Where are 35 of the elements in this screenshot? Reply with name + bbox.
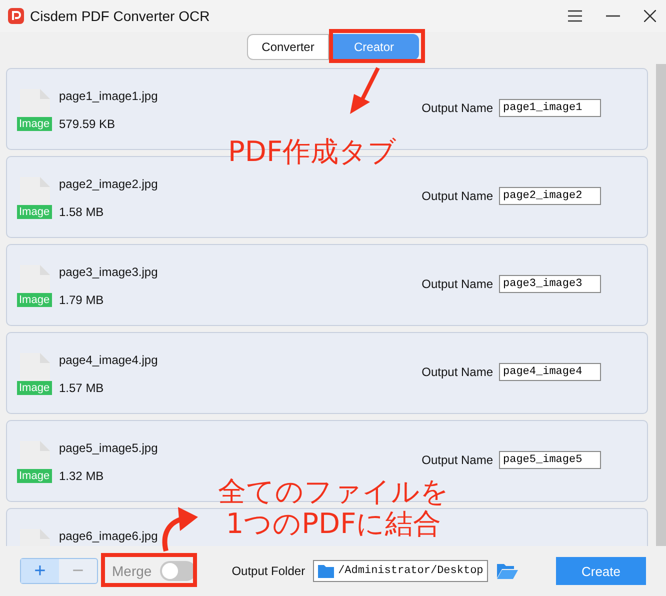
output-name-field[interactable]: page5_image5 — [499, 451, 601, 469]
output-name-field[interactable]: page2_image2 — [499, 187, 601, 205]
output-folder-label: Output Folder — [232, 564, 306, 578]
menu-icon[interactable] — [568, 10, 582, 22]
file-name: page1_image1.jpg — [59, 89, 158, 103]
output-name-field[interactable]: page1_image1 — [499, 99, 601, 117]
annotation-text: PDF作成タブ — [228, 136, 397, 168]
output-folder-field[interactable]: /Administrator/Desktop — [313, 560, 488, 582]
output-name-field[interactable]: page4_image4 — [499, 363, 601, 381]
file-size: 1.58 MB — [59, 205, 105, 219]
file-size: 1.32 MB — [59, 469, 105, 483]
merge-label: Merge — [112, 563, 152, 579]
output-name-label: Output Name — [422, 453, 493, 467]
tab[interactable]: Converter — [247, 34, 329, 60]
file-name: page3_image3.jpg — [59, 265, 158, 279]
annotation-text: 全てのファイルを 1つのPDFに結合 — [218, 476, 449, 540]
output-name-label: Output Name — [422, 189, 493, 203]
scrollbar[interactable] — [656, 64, 666, 546]
window-title: Cisdem PDF Converter OCR — [30, 8, 210, 24]
merge-toggle[interactable] — [160, 561, 196, 581]
output-name-label: Output Name — [422, 365, 493, 379]
file-name: page2_image2.jpg — [59, 177, 158, 191]
app-logo-icon — [8, 8, 24, 24]
output-name-label: Output Name — [422, 277, 493, 291]
file-name: page4_image4.jpg — [59, 353, 158, 367]
file-size: 579.59 KB — [59, 117, 116, 131]
file-name: page5_image5.jpg — [59, 441, 158, 455]
output-name-label: Output Name — [422, 101, 493, 115]
file-size: 1.79 MB — [59, 293, 105, 307]
file-size: 1.57 MB — [59, 381, 105, 395]
output-name-field[interactable]: page3_image3 — [499, 275, 601, 293]
folder-icon — [318, 564, 334, 578]
file-name: page6_image6.jpg — [59, 529, 158, 543]
open-folder-icon[interactable] — [496, 562, 518, 580]
close-icon[interactable] — [644, 10, 656, 22]
